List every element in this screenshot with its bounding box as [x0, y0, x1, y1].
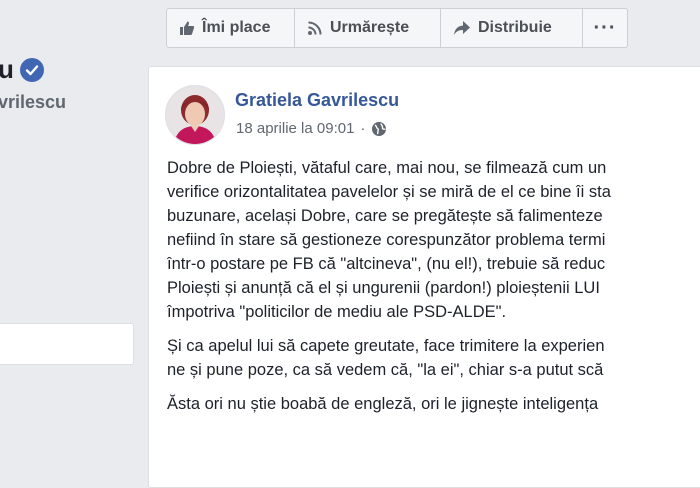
post-author-link[interactable]: Gratiela Gavrilescu	[235, 90, 399, 111]
share-label: Distribuie	[478, 19, 552, 36]
post-line: nefiind în stare să gestioneze corespunz…	[167, 231, 606, 249]
page-action-bar: Îmi place Urmărește Distribuie ···	[166, 8, 628, 48]
follow-label: Urmărește	[330, 19, 410, 36]
post-line: Dobre de Ploiești, vătaful care, mai nou…	[167, 159, 607, 177]
post-line: Ăsta ori nu știe boabă de engleză, ori l…	[167, 395, 599, 413]
post-line: Și ca apelul lui să capete greutate, fac…	[167, 337, 605, 355]
like-label: Îmi place	[202, 19, 271, 36]
thumbs-up-icon	[179, 20, 195, 36]
post-line: împotriva "politicilor de mediu ale PSD-…	[167, 303, 507, 321]
post-meta: 18 aprilie la 09:01 ·	[236, 120, 387, 137]
share-arrow-icon	[453, 20, 471, 36]
profile-name-text[interactable]: u	[0, 54, 14, 85]
post-body: Dobre de Ploiești, vătaful care, mai nou…	[167, 156, 700, 426]
profile-handle[interactable]: vrilescu	[0, 92, 66, 113]
share-page-button[interactable]: Distribuie	[441, 9, 583, 47]
meta-separator: ·	[360, 120, 366, 137]
post-paragraph-3: Ăsta ori nu știe boabă de engleză, ori l…	[167, 392, 700, 416]
rss-icon	[307, 20, 323, 36]
left-column: u vrilescu	[0, 0, 140, 453]
post-paragraph-2: Și ca apelul lui să capete greutate, fac…	[167, 334, 700, 382]
follow-page-button[interactable]: Urmărește	[295, 9, 441, 47]
post-line: verifice orizontalitatea pavelelor și se…	[167, 183, 611, 201]
post-timestamp[interactable]: 18 aprilie la 09:01	[236, 120, 354, 137]
post-paragraph-1: Dobre de Ploiești, vătaful care, mai nou…	[167, 156, 700, 324]
globe-icon[interactable]	[371, 121, 387, 137]
post-line: Ploiești și anunță că el și ungurenii (p…	[167, 279, 600, 297]
profile-name[interactable]: u	[0, 54, 44, 85]
post-card: Gratiela Gavrilescu 18 aprilie la 09:01 …	[148, 66, 700, 488]
left-panel-box[interactable]	[0, 323, 134, 365]
post-line: buzunare, același Dobre, care se pregăte…	[167, 207, 603, 225]
post-line: ne și pune poze, ca să vedem că, "la ei"…	[167, 361, 604, 379]
post-line: într-o postare pe FB că "altcineva", (nu…	[167, 255, 606, 273]
author-avatar[interactable]	[165, 85, 225, 145]
more-dots-icon: ···	[593, 16, 617, 39]
verified-badge-icon	[19, 57, 44, 82]
more-options-button[interactable]: ···	[583, 9, 627, 47]
like-page-button[interactable]: Îmi place	[167, 9, 295, 47]
